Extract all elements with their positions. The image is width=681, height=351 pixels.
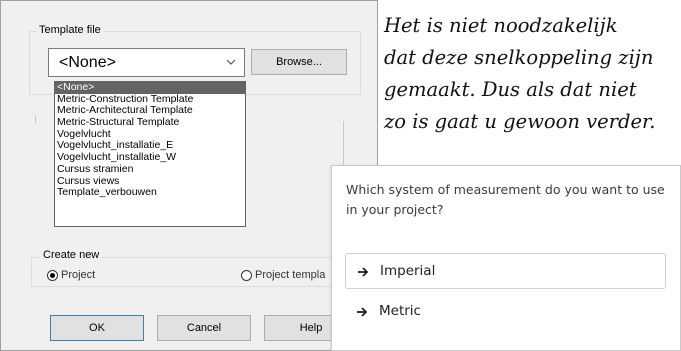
dropdown-item[interactable]: Cursus stramien bbox=[55, 163, 245, 176]
imperial-option[interactable]: Imperial bbox=[345, 253, 666, 289]
new-project-dialog: Template file <None> Browse... <None> Me… bbox=[0, 0, 379, 351]
dropdown-item[interactable]: Metric-Structural Template bbox=[55, 116, 245, 129]
template-combobox-value: <None> bbox=[59, 54, 116, 71]
radio-project-template[interactable] bbox=[241, 270, 252, 281]
instruction-note: Het is niet noodzakelijk dat deze snelko… bbox=[384, 10, 681, 138]
template-dropdown-list[interactable]: <None> Metric-Construction Template Metr… bbox=[54, 81, 246, 227]
ok-button[interactable]: OK bbox=[50, 315, 144, 341]
browse-button[interactable]: Browse... bbox=[251, 49, 347, 75]
imperial-option-label: Imperial bbox=[380, 263, 436, 279]
template-combobox[interactable]: <None> bbox=[48, 48, 245, 77]
metric-option-label: Metric bbox=[379, 303, 421, 319]
note-line: dat deze snelkoppeling zijn bbox=[384, 46, 654, 69]
chevron-down-icon bbox=[226, 59, 236, 65]
radio-selected-dot bbox=[50, 273, 55, 278]
right-arrow-icon bbox=[357, 307, 368, 317]
radio-project-label[interactable]: Project bbox=[61, 269, 95, 281]
hidden-group-edge bbox=[35, 115, 36, 123]
browse-button-label: Browse... bbox=[276, 56, 322, 68]
note-line: zo is gaat u gewoon verder. bbox=[384, 110, 656, 133]
radio-project-template-label[interactable]: Project templa bbox=[255, 269, 325, 281]
measurement-system-popup: Which system of measurement do you want … bbox=[331, 165, 681, 351]
help-button-label: Help bbox=[299, 322, 323, 334]
cancel-button-label: Cancel bbox=[186, 322, 222, 334]
ok-button-label: OK bbox=[89, 322, 105, 334]
template-file-label: Template file bbox=[36, 24, 104, 36]
measurement-question: Which system of measurement do you want … bbox=[346, 182, 665, 217]
dropdown-item[interactable]: <None> bbox=[55, 81, 245, 94]
cancel-button[interactable]: Cancel bbox=[157, 315, 251, 341]
metric-option[interactable]: Metric bbox=[345, 294, 666, 330]
radio-project[interactable] bbox=[47, 270, 58, 281]
dropdown-item[interactable]: Template_verbouwen bbox=[55, 186, 245, 199]
create-new-label: Create new bbox=[40, 249, 103, 261]
note-line: Het is niet noodzakelijk bbox=[384, 14, 618, 37]
right-arrow-icon bbox=[358, 267, 369, 277]
note-line: gemaakt. Dus als dat niet bbox=[384, 78, 637, 101]
